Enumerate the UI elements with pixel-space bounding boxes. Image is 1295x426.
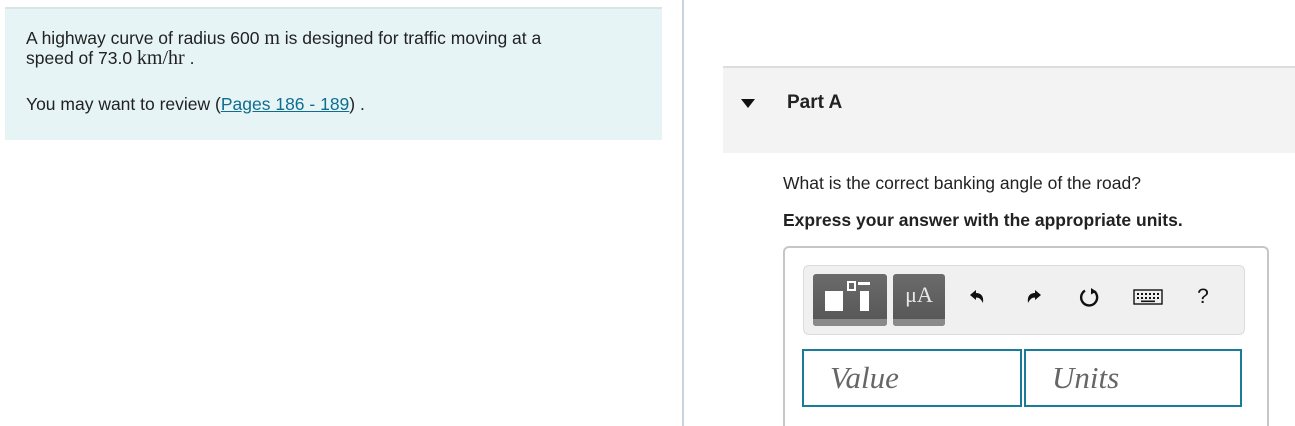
question-text: What is the correct banking angle of the…	[783, 173, 1141, 193]
redo-icon	[1027, 290, 1041, 303]
keyboard-icon	[1133, 289, 1163, 305]
templates-button[interactable]	[813, 274, 887, 326]
page: A highway curve of radius 600 m is desig…	[0, 0, 1295, 426]
review-pages-link[interactable]: Pages 186 - 189	[221, 94, 349, 114]
part-title: Part A	[787, 92, 843, 113]
value-input[interactable]	[804, 351, 1020, 405]
part-a-header[interactable]: Part A	[723, 66, 1295, 153]
radius-unit: m	[264, 27, 280, 49]
redo-button[interactable]	[1021, 284, 1047, 310]
problem-statement: A highway curve of radius 600 m is desig…	[5, 7, 662, 140]
review-note: You may want to review (Pages 186 - 189)…	[26, 94, 365, 114]
undo-button[interactable]	[964, 284, 990, 310]
undo-icon	[970, 290, 984, 303]
help-icon[interactable]: ?	[1190, 284, 1216, 310]
math-toolbar: μA ?	[803, 265, 1245, 335]
reset-icon	[1080, 288, 1099, 307]
instruction-text: Express your answer with the appropriate…	[783, 210, 1183, 230]
symbols-icon: μA	[905, 282, 933, 307]
symbols-button[interactable]: μA	[893, 274, 945, 326]
value-field[interactable]	[802, 349, 1022, 407]
answer-box: μA ? Value Units	[783, 246, 1269, 426]
units-field[interactable]	[1024, 349, 1242, 407]
collapse-triangle-icon[interactable]	[741, 99, 755, 108]
problem-text: A highway curve of radius 600 m is desig…	[26, 27, 542, 69]
units-input[interactable]	[1026, 351, 1240, 405]
keyboard-button[interactable]	[1132, 284, 1164, 310]
speed-unit: km/hr	[136, 47, 185, 69]
reset-button[interactable]	[1077, 284, 1103, 310]
column-divider	[682, 0, 684, 426]
